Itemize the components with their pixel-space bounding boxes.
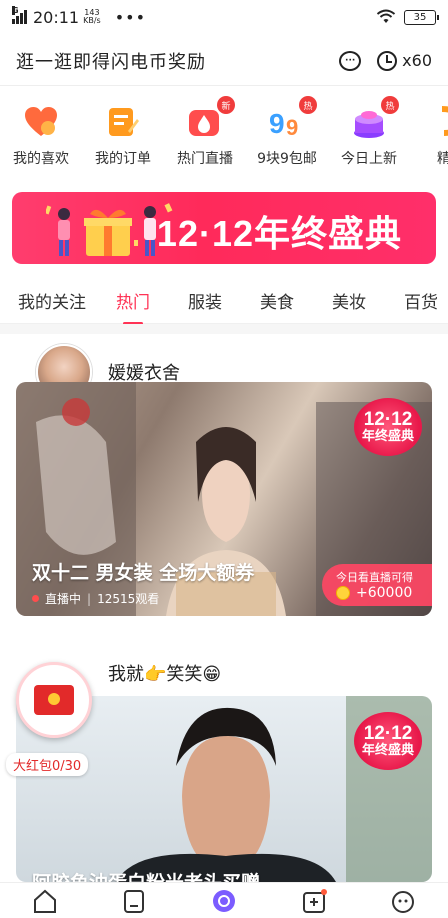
hot-badge: 热 [381,96,399,114]
viewer-count: 12515观看 [97,592,160,606]
page-title: 逛一逛即得闪电币奖励 [16,51,206,73]
reward-amount: +60000 [356,585,413,601]
status-bar: G 20:11 143 KB/s ••• 35 [0,0,448,34]
quick-link-label: 9块9包邮 [257,151,317,167]
meta-separator: | [87,591,92,606]
quick-link-label: 今日上新 [341,151,397,167]
quick-link-hot-live[interactable]: 新 热门直播 [164,96,246,176]
more-notifications-icon: ••• [114,7,147,27]
quick-link-nine-nine[interactable]: 99 热 9块9包邮 [246,96,328,176]
new-badge: 新 [217,96,235,114]
pick-icon [431,102,448,142]
tab-hot[interactable]: 热门 [116,288,150,313]
watch-reward-badge[interactable]: 今日看直播可得 +60000 [322,564,432,606]
red-envelope-icon [34,685,74,715]
tab-food[interactable]: 美食 [260,288,294,313]
live-tab-icon[interactable] [211,889,237,913]
tab-following[interactable]: 我的关注 [18,288,86,313]
coin-count: x60 [402,51,432,70]
home-icon[interactable] [32,889,58,913]
red-packet-progress[interactable]: 大红包0/30 [6,753,89,776]
cake-icon: 热 [349,96,399,142]
heart-icon [21,102,61,142]
quick-link-favorites[interactable]: 我的喜欢 [0,96,82,176]
live-icon: 新 [185,96,235,142]
stream-caption: 双十二 男女装 全场大额券 [32,562,255,584]
tab-clothing[interactable]: 服装 [188,288,222,313]
banner-text: 12·12年终盛典 [156,213,402,254]
quick-link-new-today[interactable]: 热 今日上新 [328,96,410,176]
tab-beauty[interactable]: 美妆 [332,288,366,313]
message-icon[interactable]: ··· [339,50,362,71]
live-stream-card[interactable]: 12·12 年终盛典 双十二 男女装 全场大额券 直播中 | 12515观看 今… [16,382,432,616]
coin-icon [336,586,350,600]
tab-general[interactable]: 百货 [404,288,438,313]
promo-stamp: 12·12 年终盛典 [354,398,422,456]
stamp-date: 12·12 [363,723,413,745]
live-dot-icon [32,595,39,602]
coin-counter[interactable]: x60 [377,50,432,71]
speed-unit: KB/s [83,16,101,25]
stream-meta: 直播中 | 12515观看 [32,590,159,607]
bottom-nav [0,882,448,918]
status-time: 20:11 [33,7,80,27]
header-bar: 逛一逛即得闪电币奖励 ··· x60 [0,36,448,86]
promo-stamp: 12·12 年终盛典 [354,712,422,770]
mall-icon[interactable] [121,889,147,913]
nine-icon: 99 热 [267,96,317,142]
wifi-icon [376,9,396,23]
quick-link-picks[interactable]: 精选 [410,96,448,176]
network-speed: 143 KB/s [83,9,101,25]
stamp-title: 年终盛典 [361,743,414,759]
profile-icon[interactable] [390,889,416,913]
streamer-header[interactable]: 我就👉笑笑😁 [92,660,221,686]
stamp-title: 年终盛典 [361,429,414,445]
battery-level: 35 [413,11,427,23]
red-packet-button[interactable] [16,662,92,738]
stream-caption: 阿胶鱼油蛋白粉米老头买赠 [32,868,260,882]
quick-links: 我的喜欢 我的订单 新 热门直播 99 热 9块9包邮 热 今日上新 精选 [0,96,448,176]
svg-text:9: 9 [269,108,285,139]
live-status: 直播中 [45,592,82,606]
category-tabs: 我的关注 热门 服装 美食 美妆 百货 [0,278,448,324]
calendar-icon[interactable] [301,888,327,913]
hot-badge: 热 [299,96,317,114]
svg-text:9: 9 [286,115,298,139]
quick-link-label: 我的订单 [95,151,151,167]
quick-link-label: 精选 [437,151,448,167]
promo-banner[interactable]: 12·12年终盛典 [12,192,436,264]
order-icon [103,102,143,142]
battery-icon: 35 [404,9,439,25]
quick-link-orders[interactable]: 我的订单 [82,96,164,176]
quick-link-label: 热门直播 [177,151,233,167]
reward-title: 今日看直播可得 [336,571,413,584]
signal-icon: G [12,6,27,24]
section-divider [0,324,448,334]
lightning-coin-icon [377,50,398,71]
quick-link-label: 我的喜欢 [13,151,69,167]
carrier-badge: G [12,6,19,15]
stamp-date: 12·12 [363,409,413,431]
streamer-name[interactable]: 我就👉笑笑😁 [108,660,221,686]
